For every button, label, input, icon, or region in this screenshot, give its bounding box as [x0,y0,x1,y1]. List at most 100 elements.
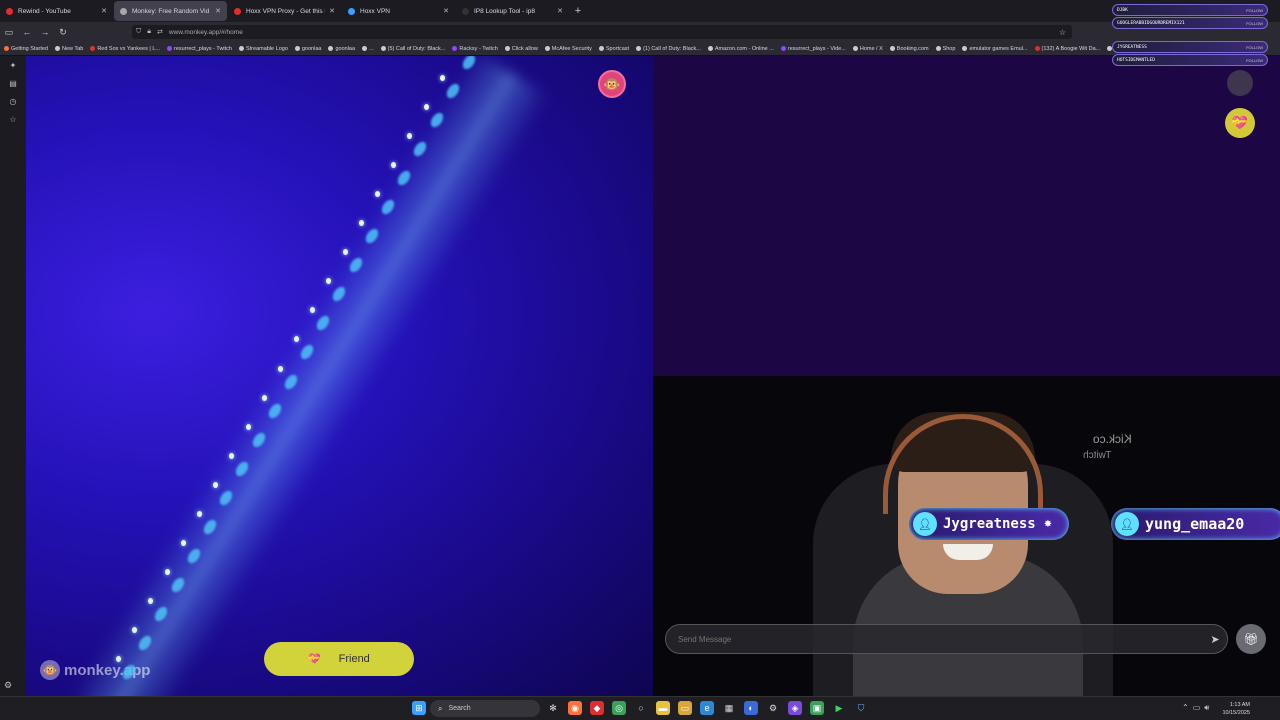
ai-chat-icon[interactable]: ✦ [0,56,26,74]
clock-time: 1:13 AM [1229,702,1250,708]
message-input[interactable] [678,634,1203,644]
heart-gift-icon: 💝 [308,653,321,665]
play-icon[interactable]: ▶ [832,701,846,715]
follow-action: FOLLOW [1246,57,1263,63]
new-tab-button[interactable]: + [570,3,586,19]
bookmark-label: goonlaa [335,45,356,52]
bookmark-favicon-icon [852,46,858,51]
edge-icon[interactable]: e [700,701,714,715]
gift-button[interactable]: 🎁︎ [1236,624,1266,654]
bookmark-item[interactable]: Racksy - Twitch [452,46,498,52]
tabs-icon[interactable]: ▤ [0,74,26,92]
tab-title: Monkey: Free Random Vid [132,7,210,15]
close-tab-icon[interactable]: ✕ [215,7,221,15]
bookmark-item[interactable]: resurrect_plays - Vide... [780,46,846,52]
circle-app-icon[interactable]: ○ [634,701,648,715]
message-bar: ➤ [665,624,1228,654]
bookmark-item[interactable]: Amazon.com - Online ... [707,46,774,52]
friend-button[interactable]: 💝 Friend [264,642,414,676]
bookmark-favicon-icon [889,46,895,51]
bookmark-item[interactable]: Streamable Logo [238,46,288,52]
bookmark-item[interactable]: New Tab [55,46,83,52]
heart-gift-overlay-icon: 💝 [1225,108,1255,138]
lock-icon[interactable]: 🔒︎ [147,28,151,36]
follow-item: JYGREATNESS FOLLOW [1112,41,1268,53]
tab-ip8[interactable]: IP8 Lookup Tool - ip8 ✕ [456,1,569,21]
tab-monkey[interactable]: Monkey: Free Random Vid ✕ [114,1,227,21]
bookmarks-icon[interactable]: ☆ [0,110,26,128]
tab-hoxx-proxy[interactable]: Hoxx VPN Proxy - Get this Exte ✕ [228,1,341,21]
light-dot [180,539,186,546]
widgets-icon[interactable]: ✻ [546,701,560,715]
close-tab-icon[interactable]: ✕ [329,7,335,15]
bookmark-item[interactable]: goonlaa [294,46,321,52]
settings-app-icon[interactable]: ⚙ [766,701,780,715]
light-dot [116,656,121,662]
bookmark-item[interactable]: Red Sox vs Yankees | L... [90,46,160,52]
app-green-icon[interactable]: ▣ [810,701,824,715]
bookmark-item[interactable]: (1) Call of Duty: Black... [636,46,701,52]
bookmark-star-icon[interactable]: ☆ [1059,28,1066,37]
bookmark-favicon-icon [55,46,60,51]
bookmark-item[interactable]: goonlaa [328,46,355,52]
tab-youtube[interactable]: Rewind - YouTube ✕ [0,1,113,21]
terminal-icon[interactable]: ▦ [722,701,736,715]
monkey-avatar-icon: 🐵 [603,75,621,92]
settings-gear-icon[interactable]: ⚙ [4,680,12,691]
follow-username: GOOGLERABBIDGOURDREMIX121 [1117,20,1185,26]
bookmark-item[interactable]: resurrect_plays - Twitch [167,46,232,52]
start-icon[interactable]: ⊞ [412,701,426,715]
tab-hoxx-vpn[interactable]: Hoxx VPN ✕ [342,1,455,21]
browser-sidebar: ✦ ▤ ◷ ☆ [0,56,26,696]
close-tab-icon[interactable]: ✕ [101,7,107,15]
reload-icon[interactable]: ↻ [54,23,72,41]
self-camera-pane: Kick.co Twitch 👤︎ Jygreatness ✸ 👤︎ yung_… [653,376,1280,696]
logo-text: monkey.app [64,661,151,679]
bookmark-item[interactable]: Click allow [504,46,538,52]
history-icon[interactable]: ◷ [0,92,26,110]
folder-icon[interactable]: ▭ [678,701,692,715]
close-tab-icon[interactable]: ✕ [443,7,449,15]
bookmark-item[interactable]: (5) Call of Duty: Black... [380,45,446,52]
chrome-icon[interactable]: ◎ [612,701,626,715]
close-tab-icon[interactable]: ✕ [557,7,563,15]
taskbar-search[interactable]: ⌕ Search [430,700,540,717]
system-tray-icons[interactable]: ⌃▭🔊︎ [1182,703,1213,713]
bookmark-label: Getting Started [11,45,48,52]
app-shield-icon[interactable]: ⛉ [854,701,868,715]
bookmark-item[interactable]: Shop [935,46,955,52]
sidebar-toggle-icon[interactable]: ▭ [0,23,18,41]
forward-icon[interactable]: → [36,23,54,41]
remote-video-placeholder [653,56,1280,376]
bookmark-item[interactable]: ... [362,46,374,52]
bookmark-favicon-icon [636,46,642,51]
light-dot [196,510,202,517]
bookmark-item[interactable]: Getting Started [4,46,48,52]
bookmark-label: (5) Call of Duty: Black... [387,45,446,52]
profile-avatar-button[interactable]: 🐵 [598,70,626,98]
bookmark-item[interactable]: emulator games Emul... [962,46,1028,52]
bookmark-label: Sportcast [605,45,630,52]
app-blue-icon[interactable]: ◐ [744,701,758,715]
back-icon[interactable]: ← [18,23,36,41]
url-text[interactable]: www.monkey.app/#/home [169,29,243,36]
bookmark-item[interactable]: Home / X [852,46,883,52]
hoxx-vpn-icon [348,7,355,15]
bookmark-item[interactable]: (132) A Boogie Wit Da... [1034,46,1100,52]
app-purple-icon[interactable]: ◈ [788,701,802,715]
send-icon[interactable]: ➤ [1203,633,1227,646]
file-explorer-icon[interactable]: ▬ [656,701,670,715]
bookmark-item[interactable]: McAfee Security [544,46,592,52]
bookmark-favicon-icon [90,46,96,51]
light-dot [375,191,381,198]
bookmark-item[interactable]: Booking.com [889,46,929,52]
bookmark-favicon-icon [1034,46,1040,51]
bookmark-item[interactable]: Sportcast [598,45,630,52]
permissions-icon[interactable]: ⇄ [157,28,163,36]
clock[interactable]: 1:13 AM 10/15/2025 [1222,701,1250,717]
app-red-icon[interactable]: ◆ [590,701,604,715]
light-dot [213,481,219,488]
firefox-icon[interactable]: ◉ [568,701,582,715]
shield-icon[interactable]: ⛉ [136,28,141,36]
address-bar[interactable]: ⛉ 🔒︎ ⇄ www.monkey.app/#/home ☆ [132,25,1072,39]
